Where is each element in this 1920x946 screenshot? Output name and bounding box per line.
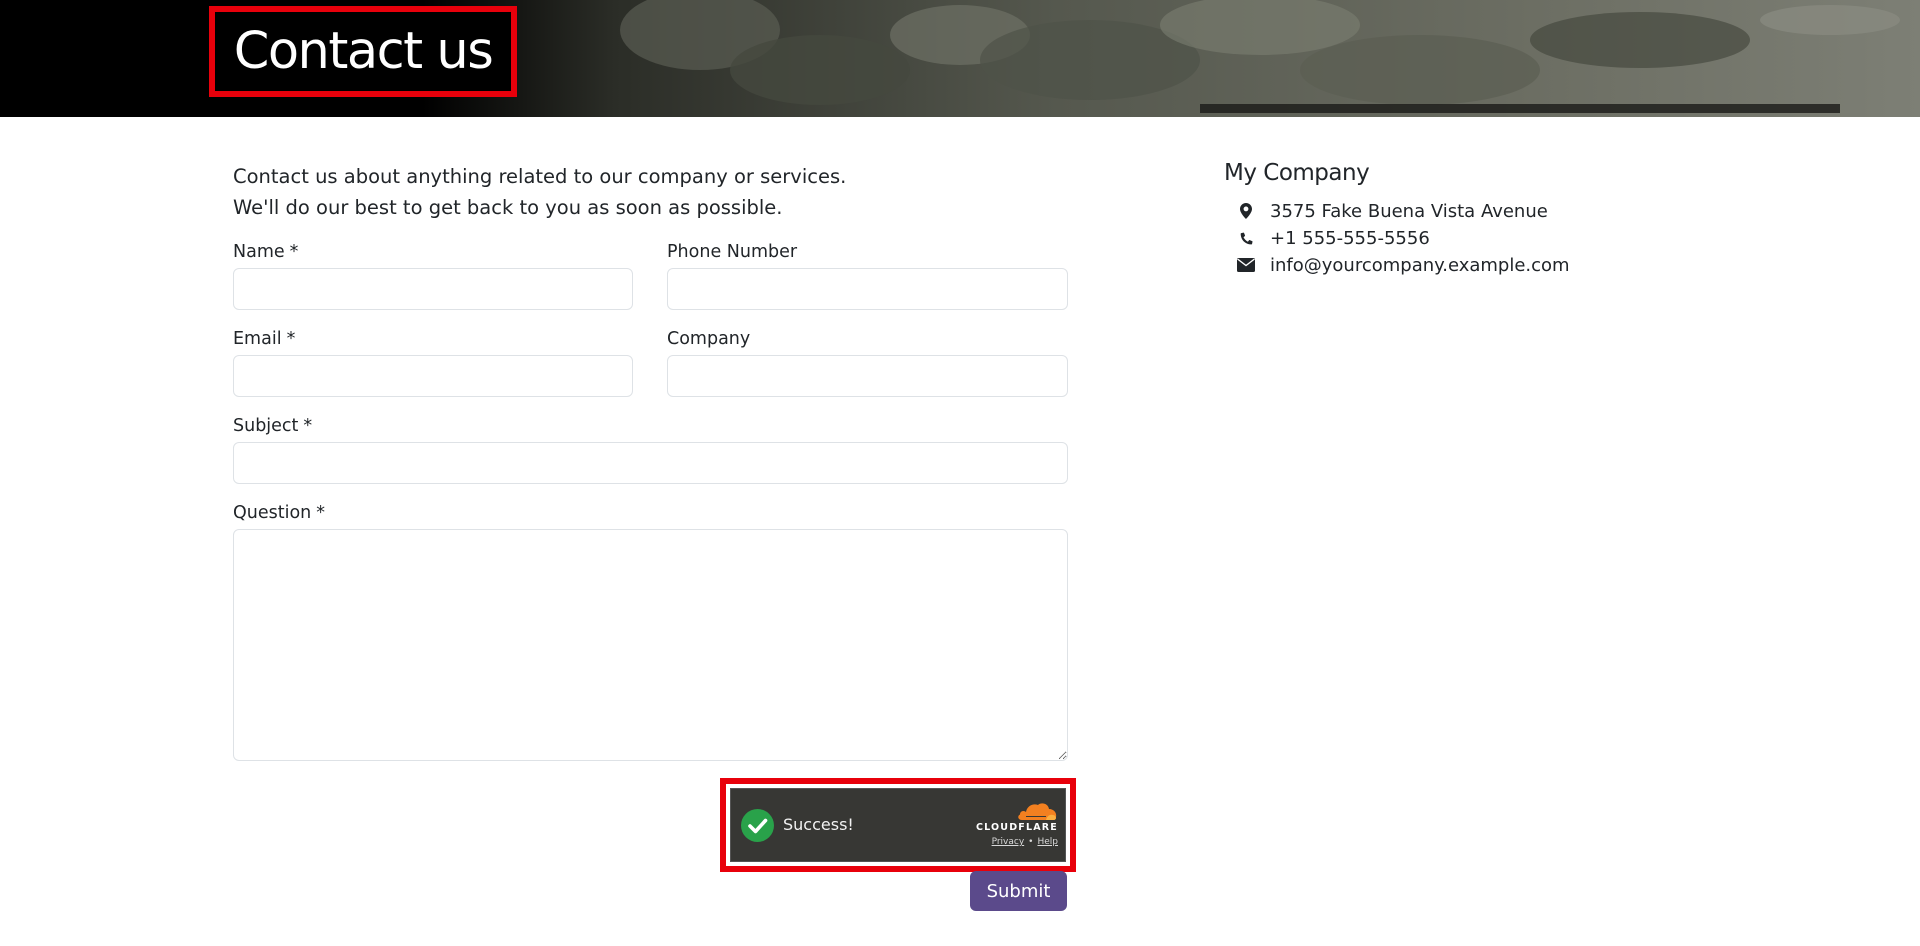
header-banner: Contact us: [0, 0, 1920, 117]
subject-input[interactable]: [233, 442, 1068, 484]
required-mark: *: [303, 416, 313, 436]
title-highlight-box: Contact us: [209, 6, 517, 97]
cloudflare-turnstile-widget[interactable]: Success! CLOUDFLARE Privacy • Help: [730, 788, 1066, 862]
envelope-icon: [1236, 255, 1256, 275]
intro-line-1: Contact us about anything related to our…: [233, 165, 847, 188]
intro-line-2: We'll do our best to get back to you as …: [233, 196, 783, 219]
email-input[interactable]: [233, 355, 633, 397]
captcha-privacy-link[interactable]: Privacy: [992, 837, 1025, 847]
name-label-text: Name: [233, 242, 285, 262]
company-email-row: info@yourcompany.example.com: [1236, 252, 1570, 278]
company-label: Company: [667, 329, 750, 349]
company-address-row: 3575 Fake Buena Vista Avenue: [1236, 198, 1548, 224]
map-marker-icon: [1236, 201, 1256, 221]
subject-label: Subject *: [233, 416, 312, 436]
captcha-help-link[interactable]: Help: [1037, 837, 1058, 847]
phone-input[interactable]: [667, 268, 1068, 310]
company-phone: +1 555-555-5556: [1270, 227, 1430, 249]
page-title: Contact us: [233, 22, 494, 81]
required-mark: *: [286, 329, 296, 349]
email-label: Email *: [233, 329, 295, 349]
cloudflare-wordmark: CLOUDFLARE: [975, 822, 1058, 833]
required-mark: *: [289, 242, 299, 262]
submit-button[interactable]: Submit: [970, 871, 1067, 911]
subject-label-text: Subject: [233, 416, 299, 436]
company-email: info@yourcompany.example.com: [1270, 254, 1570, 276]
company-input[interactable]: [667, 355, 1068, 397]
link-separator: •: [1028, 837, 1034, 847]
intro-text: Contact us about anything related to our…: [233, 161, 1133, 223]
name-label: Name *: [233, 242, 298, 262]
phone-label-text: Phone Number: [667, 242, 798, 262]
question-textarea[interactable]: [233, 529, 1068, 761]
captcha-highlight-box: Success! CLOUDFLARE Privacy • Help: [720, 778, 1076, 872]
phone-icon: [1236, 228, 1256, 248]
question-label: Question *: [233, 503, 325, 523]
company-name: My Company: [1224, 160, 1370, 186]
company-address: 3575 Fake Buena Vista Avenue: [1270, 200, 1548, 222]
phone-label: Phone Number: [667, 242, 797, 262]
company-phone-row: +1 555-555-5556: [1236, 225, 1430, 251]
success-check-icon: [741, 809, 774, 842]
email-label-text: Email: [233, 329, 282, 349]
cloudflare-cloud-icon: [1018, 803, 1057, 820]
required-mark: *: [316, 503, 326, 523]
captcha-status-text: Success!: [783, 815, 854, 834]
question-label-text: Question: [233, 503, 312, 523]
name-input[interactable]: [233, 268, 633, 310]
captcha-links: Privacy • Help: [972, 836, 1058, 848]
company-label-text: Company: [667, 329, 751, 349]
cloudflare-brand: CLOUDFLARE Privacy • Help: [972, 801, 1058, 848]
